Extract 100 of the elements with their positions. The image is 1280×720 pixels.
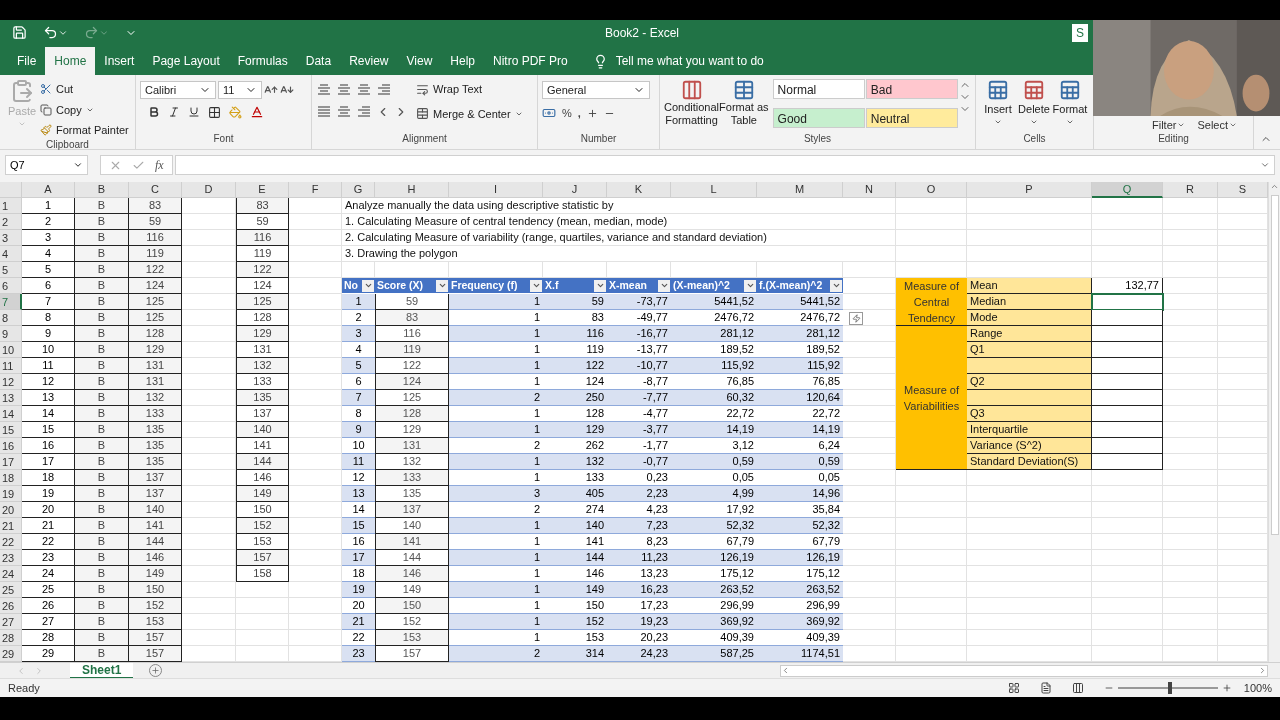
table-cell[interactable] — [1092, 454, 1163, 470]
ribbon-tab[interactable]: Data — [296, 47, 341, 75]
row-number[interactable]: 17 — [0, 454, 22, 470]
filter-dropdown-button[interactable] — [362, 279, 374, 292]
align-right-icon[interactable] — [356, 105, 372, 119]
scroll-up-icon[interactable] — [1270, 182, 1279, 191]
row-number[interactable]: 27 — [0, 614, 22, 630]
cut-button[interactable]: Cut — [40, 81, 129, 98]
scrollbar-thumb[interactable] — [1270, 195, 1279, 535]
column-letter[interactable]: Q — [1092, 182, 1163, 198]
filter-dropdown-button[interactable] — [830, 279, 842, 292]
row-number[interactable]: 26 — [0, 598, 22, 614]
ribbon-tab[interactable]: Page Layout — [143, 47, 229, 75]
row-number[interactable]: 8 — [0, 310, 22, 326]
scroll-left-icon[interactable] — [781, 666, 790, 675]
column-letter[interactable]: O — [896, 182, 967, 198]
zoom-slider-thumb[interactable] — [1167, 682, 1172, 694]
bottom-align-icon[interactable] — [356, 83, 372, 97]
filter-dropdown-button[interactable] — [436, 279, 448, 292]
row-number[interactable]: 2 — [0, 214, 22, 230]
row-number[interactable]: 19 — [0, 486, 22, 502]
cells-button[interactable]: Insert — [980, 79, 1016, 133]
ribbon-tab[interactable]: Home — [45, 47, 96, 75]
row-number[interactable]: 22 — [0, 534, 22, 550]
row-number[interactable]: 29 — [0, 646, 22, 662]
column-letter[interactable]: R — [1163, 182, 1218, 198]
table-cell[interactable] — [1092, 406, 1163, 422]
table-cell[interactable] — [1092, 294, 1163, 310]
row-number[interactable]: 15 — [0, 422, 22, 438]
row-number[interactable]: 16 — [0, 438, 22, 454]
align-center-icon[interactable] — [336, 105, 352, 119]
row-number[interactable]: 5 — [0, 262, 22, 278]
row-number[interactable]: 12 — [0, 374, 22, 390]
zoom-in-icon[interactable] — [1221, 683, 1232, 693]
table-cell[interactable] — [1092, 358, 1163, 374]
zoom-percent[interactable]: 100% — [1243, 679, 1272, 697]
filter-dropdown-button[interactable] — [594, 279, 606, 292]
font-name-dropdown[interactable]: Calibri — [140, 81, 216, 99]
ribbon-tab[interactable]: Review — [340, 47, 398, 75]
cell-style-swatch[interactable]: Good — [772, 108, 865, 128]
row-number[interactable]: 14 — [0, 406, 22, 422]
row-number[interactable]: 10 — [0, 342, 22, 358]
sheet-tab[interactable]: Sheet1 — [70, 662, 134, 679]
column-letter[interactable]: L — [671, 182, 757, 198]
column-letter[interactable]: B — [75, 182, 129, 198]
row-number[interactable]: 28 — [0, 630, 22, 646]
ribbon-tab[interactable]: Formulas — [228, 47, 297, 75]
row-number[interactable]: 23 — [0, 550, 22, 566]
row-number[interactable]: 1 — [0, 198, 22, 214]
column-letter[interactable]: J — [543, 182, 607, 198]
middle-align-icon[interactable] — [336, 83, 352, 97]
undo-icon[interactable] — [43, 25, 58, 40]
save-icon[interactable] — [12, 25, 27, 40]
column-letter[interactable]: A — [22, 182, 75, 198]
percent-button[interactable]: % — [562, 105, 572, 122]
share-button[interactable]: S — [1072, 23, 1088, 42]
row-number[interactable]: 18 — [0, 470, 22, 486]
column-letter[interactable]: K — [607, 182, 671, 198]
row-number[interactable]: 25 — [0, 582, 22, 598]
column-letter[interactable]: D — [182, 182, 236, 198]
fill-color-icon[interactable] — [229, 105, 242, 119]
column-letter[interactable]: P — [967, 182, 1092, 198]
font-size-dropdown[interactable]: 11 — [218, 81, 262, 99]
format-as-table-button[interactable]: Format as Table — [719, 79, 769, 133]
font-color-icon[interactable] — [250, 105, 264, 119]
ribbon-tab[interactable]: Help — [441, 47, 484, 75]
row-number[interactable]: 20 — [0, 502, 22, 518]
tell-me-field[interactable]: Tell me what you want to do — [615, 52, 764, 70]
format-painter-button[interactable]: Format Painter — [40, 122, 129, 139]
table-cell[interactable] — [1092, 310, 1163, 326]
column-letter[interactable]: E — [236, 182, 289, 198]
table-cell[interactable] — [1092, 342, 1163, 358]
editing-button[interactable]: Select — [1197, 116, 1237, 133]
table-cell[interactable]: 132,77 — [1092, 278, 1163, 294]
copy-button[interactable]: Copy — [40, 101, 129, 118]
column-letter[interactable]: H — [375, 182, 449, 198]
row-number[interactable]: 21 — [0, 518, 22, 534]
row-number[interactable]: 9 — [0, 326, 22, 342]
ribbon-tab[interactable]: Nitro PDF Pro — [484, 47, 577, 75]
cells-button[interactable]: Delete — [1016, 79, 1052, 133]
wrap-text-button[interactable]: Wrap Text — [416, 81, 523, 98]
column-letter[interactable]: G — [342, 182, 375, 198]
merge-center-button[interactable]: Merge & Center — [416, 105, 523, 122]
conditional-formatting-button[interactable]: Conditional Formatting — [664, 79, 720, 133]
row-number[interactable]: 24 — [0, 566, 22, 582]
editing-button[interactable]: Filter — [1151, 116, 1186, 133]
row-number[interactable]: 13 — [0, 390, 22, 406]
table-cell[interactable] — [1092, 438, 1163, 454]
filter-dropdown-button[interactable] — [658, 279, 670, 292]
column-letter[interactable]: I — [449, 182, 543, 198]
ribbon-tab[interactable]: Insert — [95, 47, 144, 75]
quick-analysis-button[interactable] — [849, 311, 863, 325]
row-number[interactable]: 11 — [0, 358, 22, 374]
column-letter[interactable]: F — [289, 182, 342, 198]
filter-dropdown-button[interactable] — [744, 279, 756, 292]
cell-style-swatch[interactable]: Normal — [772, 79, 865, 99]
ribbon-tab[interactable]: View — [397, 47, 442, 75]
formula-input[interactable] — [174, 155, 1275, 175]
horizontal-scrollbar[interactable] — [780, 664, 1268, 677]
table-cell[interactable] — [1092, 422, 1163, 438]
